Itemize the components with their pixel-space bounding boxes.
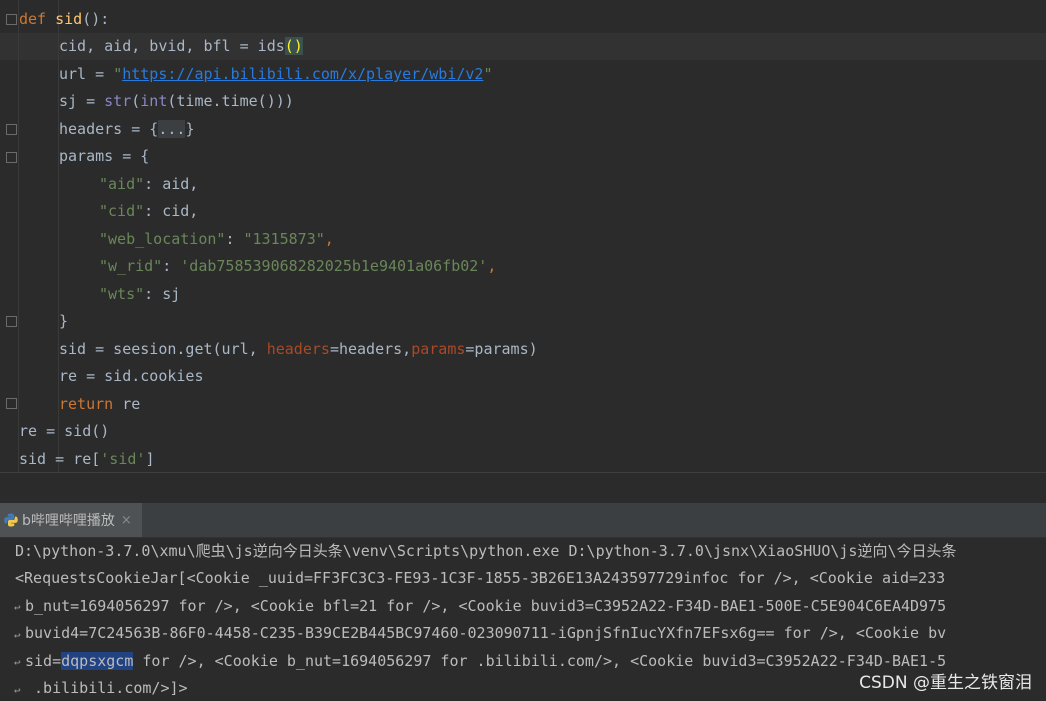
code-line: headers = {...} [59,116,194,143]
code-line: sid = seesion.get(url, headers=headers,p… [59,336,538,363]
fold-marker-icon[interactable] [6,316,17,327]
code-token: re = sid.cookies [59,367,204,385]
code-line: } [59,308,68,335]
code-token: : aid, [144,175,199,193]
code-token: 'sid' [100,450,146,468]
code-token: " [483,65,493,83]
close-icon[interactable]: × [121,513,132,528]
code-line: "cid": cid, [99,198,198,225]
code-token: params = { [59,147,150,165]
selected-text[interactable]: dqpsxgcm [61,652,134,670]
url-link[interactable]: https://api.bilibili.com/x/player/wbi/v2 [122,65,483,83]
run-tab[interactable]: b哔哩哔哩播放 × [0,503,142,537]
code-token: cid, aid, bvid, bfl = ids [59,37,285,55]
code-token: (time.time())) [167,92,294,110]
code-line: def sid(): [19,6,109,33]
code-token: (): [82,10,110,28]
code-token: : [225,230,244,248]
console-line: buvid4=7C24563B-86F0-4458-C235-B39CE2B44… [25,624,947,642]
code-line: re = sid() [19,418,109,445]
console-line: D:\python-3.7.0\xmu\爬虫\js逆向今日头条\venv\Scr… [15,542,957,560]
code-line: params = { [59,143,149,170]
code-token: } [185,120,195,138]
code-token: str [104,92,132,110]
fold-marker-icon[interactable] [6,152,17,163]
code-token: ( [131,92,141,110]
console-line: .bilibili.com/>]> [25,679,188,697]
code-token: : sj [144,285,181,303]
fold-marker-icon[interactable] [6,398,17,409]
code-token: : cid, [144,202,199,220]
code-token: "cid" [99,202,145,220]
code-token: , [324,230,334,248]
code-token: sid = seesion.get(url, [59,340,267,358]
code-token: =headers, [329,340,412,358]
code-token: 'dab758539068282025b1e9401a06fb02' [180,257,488,275]
code-token: sid = re[ [19,450,101,468]
code-line: "web_location": "1315873", [99,226,334,253]
code-line: "aid": aid, [99,171,198,198]
code-token: "web_location" [99,230,226,248]
run-tool-window-tabbar: b哔哩哔哩播放 × [0,503,1046,538]
code-line: cid, aid, bvid, bfl = ids() [59,33,303,60]
soft-wrap-icon: ↩ [14,601,21,614]
code-token: sj = [59,92,105,110]
code-token: "1315873" [243,230,325,248]
code-token: ] [145,450,155,468]
code-line: return re [59,391,140,418]
code-token: "wts" [99,285,145,303]
code-editor[interactable]: def sid(): cid, aid, bvid, bfl = ids() u… [0,0,1046,472]
run-tab-label: b哔哩哔哩播放 [22,513,115,529]
code-token: re = sid() [19,422,110,440]
code-token: re [113,395,141,413]
code-line: url = "https://api.bilibili.com/x/player… [59,61,492,88]
code-token: : [162,257,181,275]
code-token: int [140,92,168,110]
code-token: headers [266,340,330,358]
code-token: "w_rid" [99,257,163,275]
code-token: " [113,65,123,83]
code-line: re = sid.cookies [59,363,204,390]
code-token: () [284,37,303,55]
soft-wrap-icon: ↩ [14,629,21,642]
code-token: def [19,10,47,28]
code-token: , [487,257,497,275]
console-text: for />, <Cookie b_nut=1694056297 for .bi… [133,652,947,670]
code-token: sid [55,10,83,28]
indent-guide [18,0,19,472]
panel-divider[interactable] [0,472,1046,503]
code-token: url = [59,65,114,83]
code-line: sid = re['sid'] [19,446,154,472]
code-token: =params) [465,340,538,358]
csdn-watermark: CSDN @重生之铁窗泪 [859,673,1032,693]
code-token: params [411,340,466,358]
code-token: } [59,312,69,330]
soft-wrap-icon: ↩ [14,684,21,697]
fold-marker-icon[interactable] [6,14,17,25]
soft-wrap-icon: ↩ [14,656,21,669]
fold-marker-icon[interactable] [6,124,17,135]
code-token: "aid" [99,175,145,193]
console-line: sid=dqpsxgcm for />, <Cookie b_nut=16940… [25,648,946,675]
code-token: return [59,395,114,413]
code-line: sj = str(int(time.time())) [59,88,294,115]
console-line: b_nut=1694056297 for />, <Cookie bfl=21 … [25,597,947,615]
code-line: "wts": sj [99,281,180,308]
console-text: sid= [25,652,62,670]
python-icon [4,513,18,527]
code-token: headers = { [59,120,159,138]
code-line: "w_rid": 'dab758539068282025b1e9401a06fb… [99,253,496,280]
folded-code-placeholder[interactable]: ... [158,120,186,138]
console-line: <RequestsCookieJar[<Cookie _uuid=FF3FC3C… [15,569,946,587]
